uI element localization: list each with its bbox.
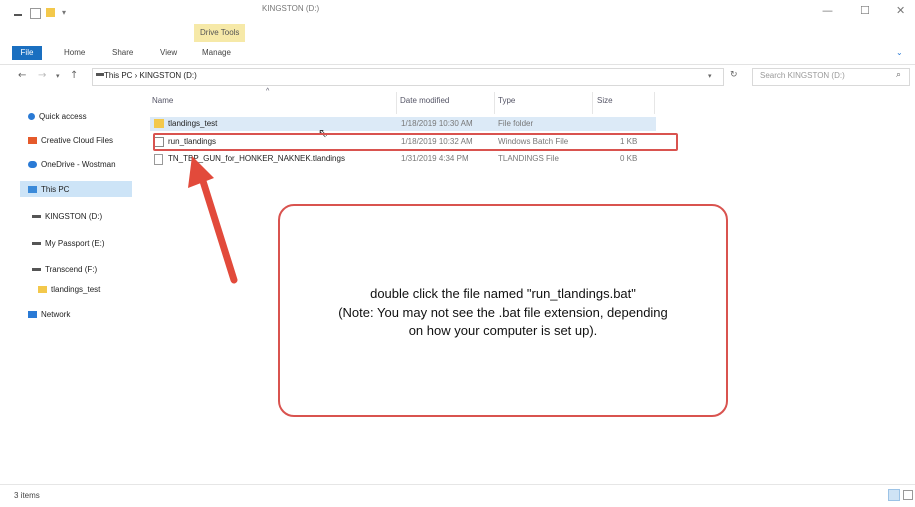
column-divider[interactable]: [592, 92, 593, 114]
folder-icon: [154, 119, 164, 128]
sort-chevron-icon: ^: [266, 88, 270, 95]
new-folder-icon[interactable]: [46, 8, 55, 17]
star-icon: [28, 113, 35, 121]
tab-share[interactable]: Share: [112, 46, 133, 60]
sidebar-item-this-pc[interactable]: This PC: [28, 185, 69, 194]
minimize-button[interactable]: —: [822, 4, 833, 17]
up-arrow-icon[interactable]: ↑: [70, 70, 78, 81]
sidebar-item-kingston[interactable]: KINGSTON (D:): [32, 212, 102, 221]
callout-line-2: (Note: You may not see the .bat file ext…: [338, 305, 668, 320]
large-icons-view-button[interactable]: [903, 490, 913, 500]
file-name: tlandings_test: [168, 119, 218, 128]
sidebar-item-onedrive[interactable]: OneDrive - Wostman: [28, 160, 116, 169]
title-bar: ▾ Drive Tools KINGSTON (D:) — ☐ ✕: [0, 0, 915, 43]
sidebar-item-quick-access[interactable]: Quick access: [28, 112, 87, 121]
annotation-arrow: [188, 156, 238, 284]
sidebar-item-network[interactable]: Network: [28, 310, 70, 319]
sidebar-item-creative-cloud[interactable]: Creative Cloud Files: [28, 136, 113, 145]
chevron-down-icon[interactable]: ▾: [62, 8, 71, 17]
navigation-pane: Quick access Creative Cloud Files OneDri…: [0, 92, 140, 482]
sidebar-item-tlandings-test[interactable]: tlandings_test: [38, 285, 100, 294]
sidebar-item-my-passport[interactable]: My Passport (E:): [32, 239, 105, 248]
maximize-button[interactable]: ☐: [860, 4, 870, 17]
tab-view[interactable]: View: [160, 46, 177, 60]
drive-icon: [96, 73, 104, 76]
network-icon: [28, 311, 37, 319]
window-title: KINGSTON (D:): [262, 4, 320, 13]
column-divider[interactable]: [494, 92, 495, 114]
ribbon-tabs: File Home Share View Manage ⌄: [0, 42, 915, 65]
address-dropdown-icon[interactable]: ▾: [708, 72, 712, 80]
ribbon-expand-icon[interactable]: ⌄: [896, 46, 903, 60]
back-arrow-icon[interactable]: ←: [18, 70, 26, 81]
column-header-name[interactable]: Name: [152, 96, 173, 105]
drive-icon: [32, 242, 41, 246]
column-header-type[interactable]: Type: [498, 96, 515, 105]
file-icon: [154, 154, 163, 165]
cloud-icon: [28, 161, 37, 169]
file-type: TLANDINGS File: [498, 154, 559, 163]
column-header-size[interactable]: Size: [597, 96, 613, 105]
file-type: File folder: [498, 119, 534, 128]
recent-locations-icon[interactable]: ▾: [56, 72, 60, 80]
tab-manage[interactable]: Manage: [202, 46, 231, 60]
instruction-callout: double click the file named "run_tlandin…: [278, 204, 728, 417]
details-view-button[interactable]: [888, 489, 900, 501]
tab-home[interactable]: Home: [64, 46, 85, 60]
file-size: 0 KB: [620, 154, 638, 163]
tab-file[interactable]: File: [12, 46, 42, 60]
address-path[interactable]: This PC › KINGSTON (D:): [104, 71, 197, 80]
column-divider[interactable]: [654, 92, 655, 114]
drive-tools-tab[interactable]: Drive Tools: [194, 24, 246, 42]
address-bar-row: ← → ▾ ↑ This PC › KINGSTON (D:) ▾ ↻ Sear…: [0, 66, 915, 88]
sidebar-item-transcend[interactable]: Transcend (F:): [32, 265, 97, 274]
close-button[interactable]: ✕: [896, 4, 905, 17]
pc-icon: [28, 186, 37, 194]
quick-access-toolbar-icon[interactable]: [14, 14, 22, 16]
file-row-tlandings-test[interactable]: tlandings_test 1/18/2019 10:30 AM File f…: [150, 117, 670, 131]
search-placeholder: Search KINGSTON (D:): [760, 71, 845, 80]
column-divider[interactable]: [396, 92, 397, 114]
callout-line-1: double click the file named "run_tlandin…: [370, 286, 636, 301]
forward-arrow-icon[interactable]: →: [38, 70, 46, 81]
callout-line-3: on how your computer is set up).: [408, 323, 598, 338]
status-bar: 3 items: [0, 484, 915, 507]
drive-icon: [32, 268, 41, 272]
properties-icon[interactable]: [30, 8, 41, 19]
refresh-icon[interactable]: ↻: [730, 70, 738, 80]
item-count: 3 items: [14, 491, 40, 500]
creative-cloud-icon: [28, 137, 37, 145]
folder-icon: [38, 286, 47, 294]
search-icon[interactable]: ⌕: [896, 70, 901, 80]
file-date: 1/18/2019 10:30 AM: [401, 119, 473, 128]
file-date: 1/31/2019 4:34 PM: [401, 154, 469, 163]
column-header-date[interactable]: Date modified: [400, 96, 449, 105]
drive-icon: [32, 215, 41, 219]
